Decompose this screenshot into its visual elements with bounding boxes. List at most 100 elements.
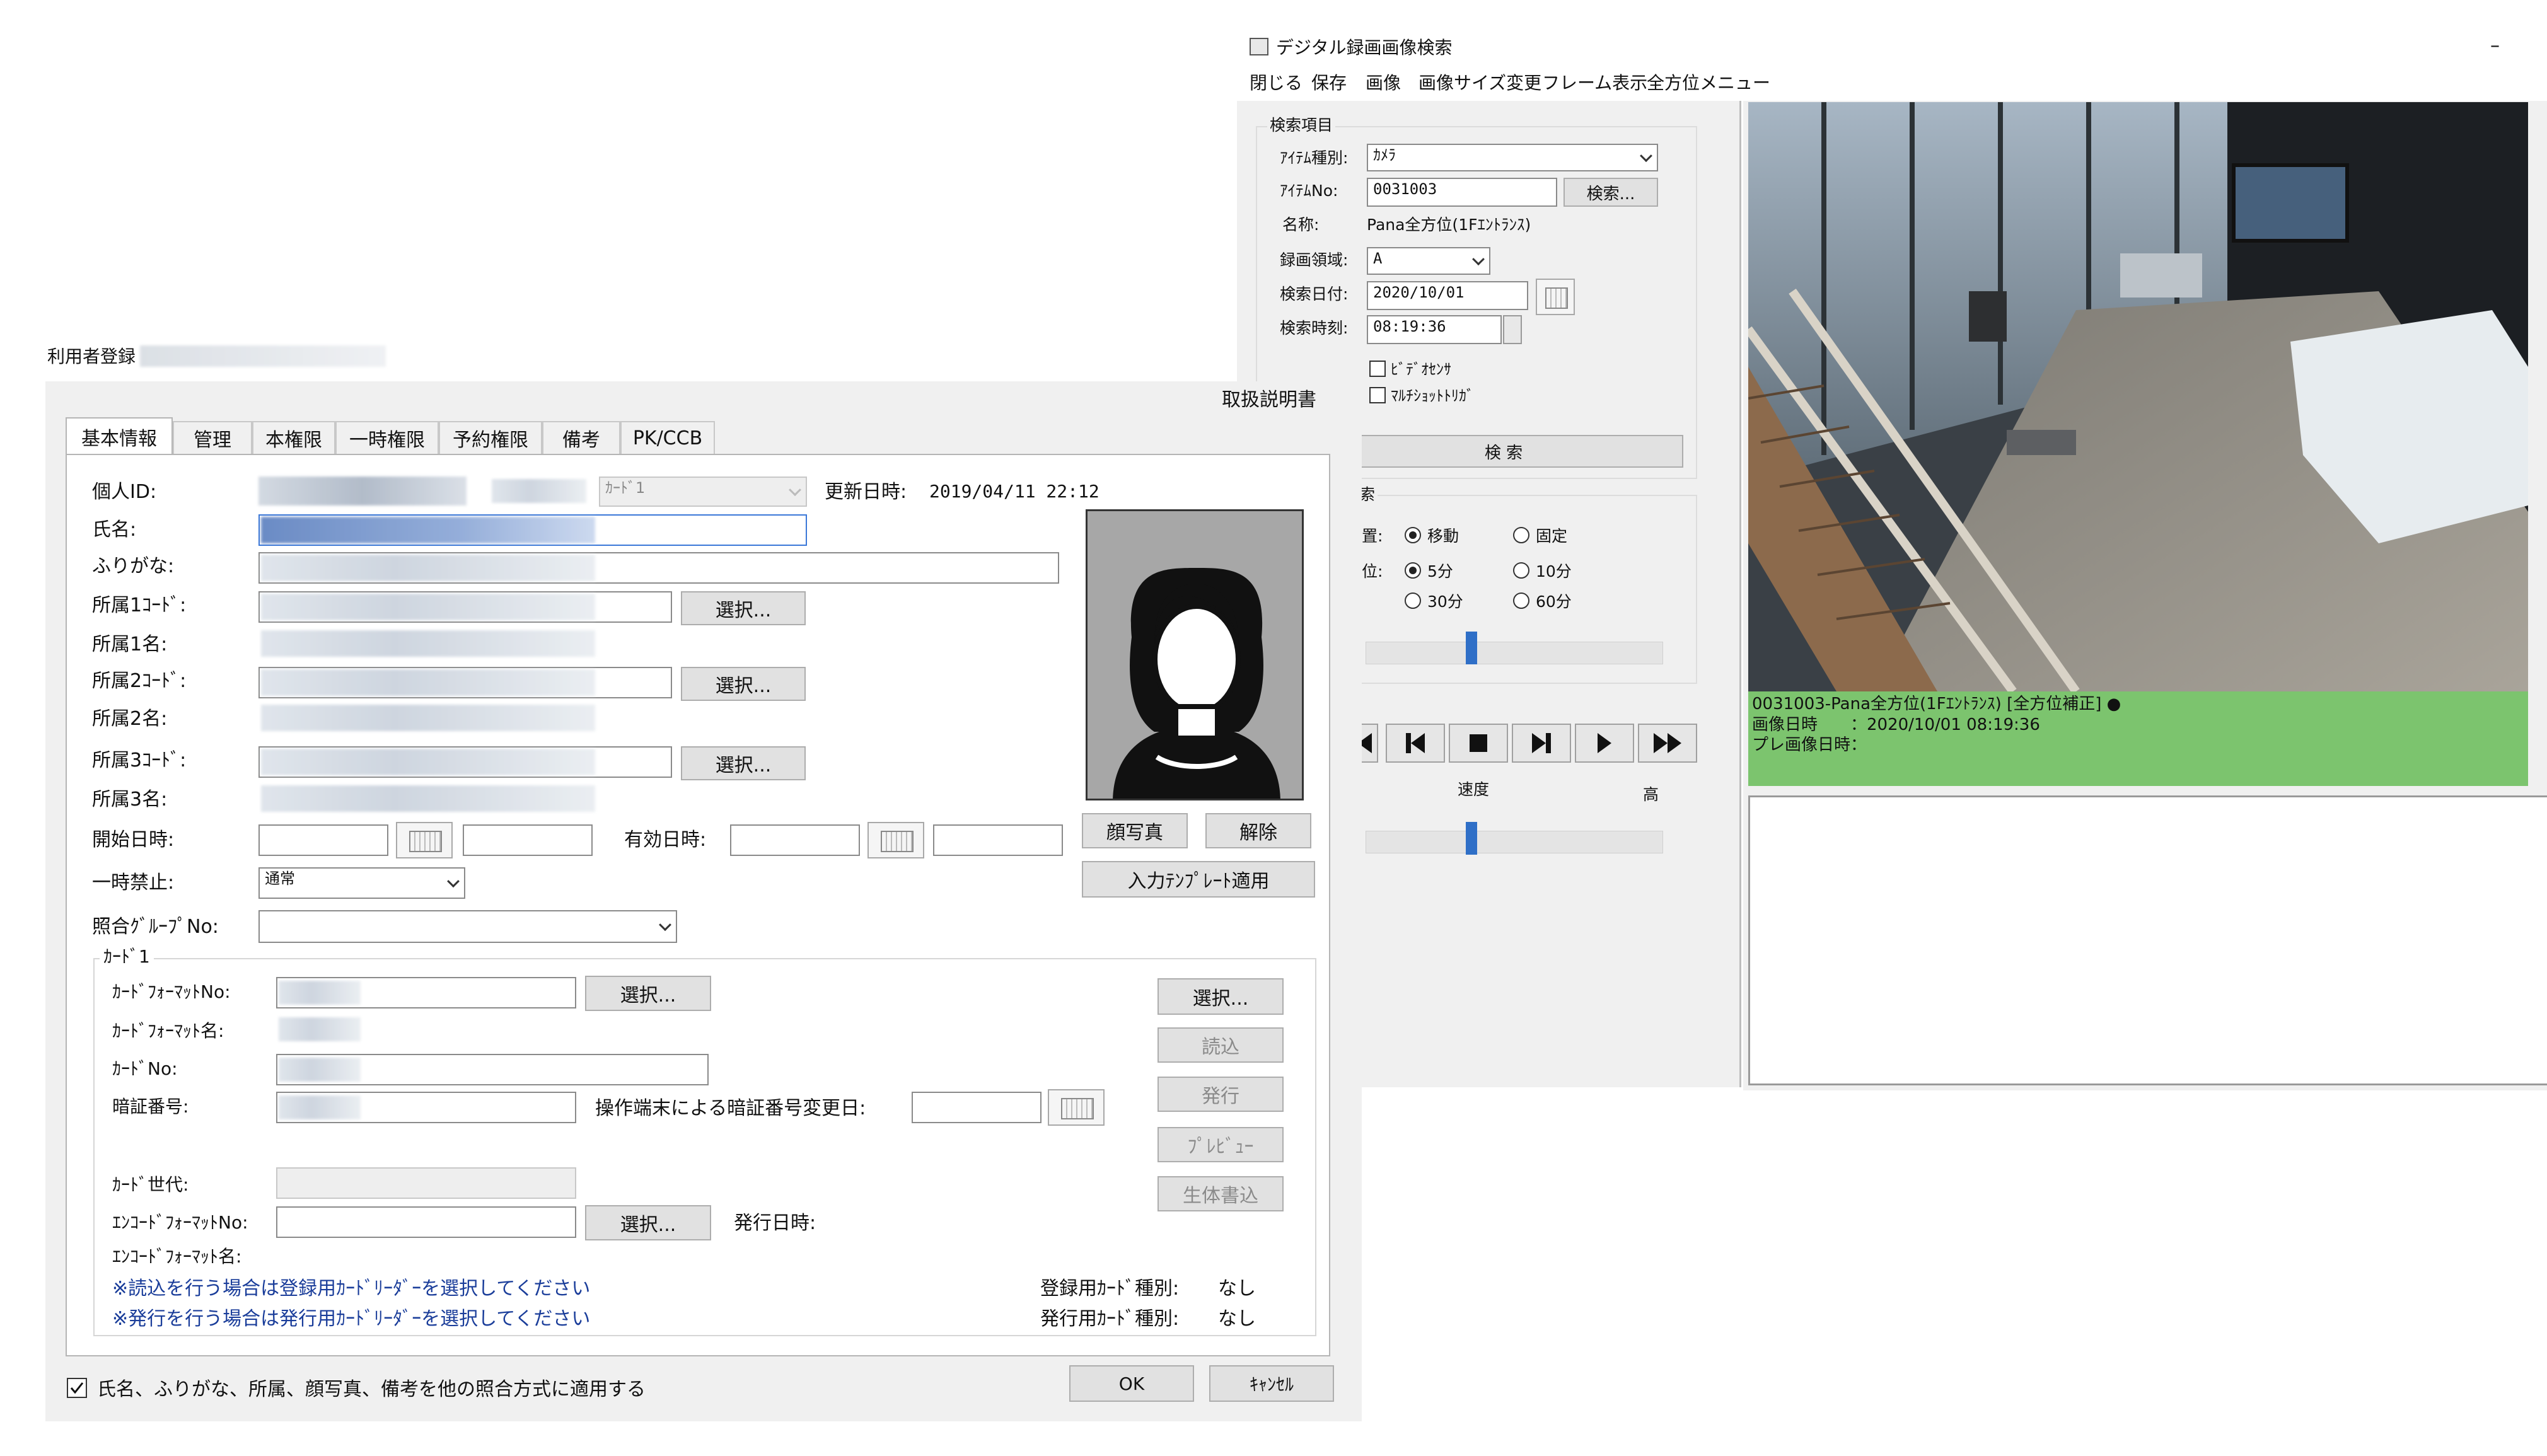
- speed-slider-thumb[interactable]: [1466, 822, 1477, 855]
- calendar-icon[interactable]: [396, 822, 453, 858]
- issue-button: 発行: [1157, 1077, 1284, 1112]
- tab-basic-info[interactable]: 基本情報: [66, 417, 173, 455]
- manual-link[interactable]: 取扱説明書: [1222, 391, 1316, 410]
- tab-management[interactable]: 管理: [173, 421, 252, 454]
- search-execute-button[interactable]: 検 索: [1324, 435, 1683, 468]
- suspend-select[interactable]: 通常: [258, 867, 465, 899]
- release-button[interactable]: 解除: [1205, 813, 1311, 848]
- speed-label: 速度: [1458, 780, 1490, 799]
- updated-label: 更新日時:: [825, 481, 907, 503]
- issue-card-type-value: なし: [1218, 1308, 1256, 1330]
- start-date-input[interactable]: [258, 824, 388, 856]
- area-value: A: [1373, 250, 1383, 267]
- unit-30-radio[interactable]: [1405, 592, 1421, 609]
- date-input[interactable]: 2020/10/01: [1367, 281, 1528, 310]
- item-type-value: ｶﾒﾗ: [1373, 146, 1396, 164]
- speed-slider-track[interactable]: [1366, 831, 1663, 853]
- tab-remarks[interactable]: 備考: [542, 421, 620, 454]
- reg-card-type-value: なし: [1218, 1278, 1256, 1300]
- date-label: 検索日付:: [1280, 285, 1349, 303]
- card-format-select-button[interactable]: 選択...: [585, 976, 711, 1011]
- apply-other-methods-checkbox[interactable]: [67, 1378, 87, 1398]
- play-icon: [1598, 733, 1611, 753]
- calendar-icon[interactable]: [1536, 279, 1575, 315]
- unit-label: 位:: [1362, 562, 1383, 581]
- tab-temp-permission[interactable]: 一時権限: [335, 421, 439, 454]
- tab-reservation-permission[interactable]: 予約権限: [439, 421, 542, 454]
- unit-5-label: 5分: [1427, 562, 1453, 581]
- preview-button: ﾌﾟﾚﾋﾞｭｰ: [1157, 1127, 1284, 1162]
- item-search-button[interactable]: 検索...: [1564, 178, 1658, 207]
- card-select-button[interactable]: 選択...: [1157, 978, 1284, 1015]
- suspend-value: 通常: [265, 870, 295, 887]
- chevron-down-icon: [1640, 149, 1652, 163]
- card1-group-label: ｶｰﾄﾞ1: [100, 948, 154, 966]
- menu-close[interactable]: 閉じる: [1250, 74, 1303, 92]
- personal-id-field: [258, 477, 467, 506]
- calendar-icon[interactable]: [867, 822, 924, 858]
- skip-back-button[interactable]: [1386, 724, 1445, 763]
- position-slider-thumb[interactable]: [1466, 632, 1477, 664]
- input-template-button[interactable]: 入力ﾃﾝﾌﾟﾚｰﾄ適用: [1082, 861, 1315, 898]
- face-photo-button[interactable]: 顔写真: [1082, 813, 1188, 848]
- start-time-input[interactable]: [463, 824, 593, 856]
- dept3-code-blurred: [261, 749, 595, 775]
- menu-frame-view[interactable]: フレーム表示: [1542, 74, 1647, 92]
- skip-forward-button[interactable]: [1512, 724, 1571, 763]
- stop-button[interactable]: [1449, 724, 1508, 763]
- item-no-input[interactable]: 0031003: [1367, 178, 1557, 207]
- unit-30-label: 30分: [1427, 592, 1463, 611]
- note-issue: ※発行を行う場合は発行用ｶｰﾄﾞﾘｰﾀﾞｰを選択してください: [112, 1308, 591, 1330]
- fast-forward-button[interactable]: [1638, 724, 1697, 763]
- pin-change-input[interactable]: [912, 1092, 1041, 1123]
- ok-button[interactable]: OK: [1069, 1365, 1194, 1402]
- video-sensor-checkbox[interactable]: [1369, 361, 1386, 377]
- encode-format-select-button[interactable]: 選択...: [585, 1205, 711, 1240]
- dept1-code-label: 所属1ｺｰﾄﾞ:: [92, 594, 187, 616]
- encode-format-no-input[interactable]: [276, 1206, 576, 1238]
- time-input[interactable]: 08:19:36: [1367, 315, 1502, 344]
- bar-icon: [1546, 733, 1551, 753]
- play-button[interactable]: [1575, 724, 1634, 763]
- dept2-select-button[interactable]: 選択...: [681, 667, 806, 701]
- unit-5-radio[interactable]: [1405, 562, 1421, 579]
- valid-time-input[interactable]: [933, 824, 1063, 856]
- minimize-button[interactable]: –: [2490, 37, 2500, 55]
- card-format-no-label: ｶｰﾄﾞﾌｫｰﾏｯﾄNo:: [112, 981, 231, 1002]
- mode-fixed-radio[interactable]: [1513, 527, 1529, 543]
- time-spinner[interactable]: [1503, 315, 1522, 344]
- unit-10-radio[interactable]: [1513, 562, 1529, 579]
- item-type-select[interactable]: ｶﾒﾗ: [1367, 144, 1658, 171]
- dept1-select-button[interactable]: 選択...: [681, 591, 806, 625]
- fast-forward-icon-2: [1668, 733, 1681, 753]
- position-slider-track[interactable]: [1366, 642, 1663, 664]
- skip-back-icon: [1411, 733, 1425, 753]
- issue-date-label: 発行日時:: [734, 1212, 816, 1234]
- calendar-icon[interactable]: [1048, 1089, 1105, 1126]
- valid-date-input[interactable]: [730, 824, 860, 856]
- dept3-select-button[interactable]: 選択...: [681, 746, 806, 780]
- encode-format-name-label: ｴﾝｺｰﾄﾞﾌｫｰﾏｯﾄ名:: [112, 1246, 242, 1267]
- menu-save[interactable]: 保存: [1311, 74, 1347, 92]
- tab-pk-ccb[interactable]: PK/CCB: [620, 421, 715, 454]
- encode-format-no-label: ｴﾝｺｰﾄﾞﾌｫｰﾏｯﾄNo:: [112, 1212, 248, 1233]
- camera-image[interactable]: [1748, 102, 2528, 691]
- unit-60-radio[interactable]: [1513, 592, 1529, 609]
- mode-move-radio[interactable]: [1405, 527, 1421, 543]
- dialog-title-blurred: [140, 345, 386, 367]
- chevron-down-icon: [659, 918, 671, 932]
- cancel-button[interactable]: ｷｬﾝｾﾙ: [1209, 1365, 1334, 1402]
- window-app-icon: [1250, 38, 1268, 55]
- dept3-code-label: 所属3ｺｰﾄﾞ:: [92, 749, 187, 771]
- group-no-select[interactable]: [258, 910, 677, 943]
- menu-omni[interactable]: 全方位メニュー: [1647, 74, 1770, 92]
- tab-main-permission[interactable]: 本権限: [252, 421, 335, 454]
- area-select[interactable]: A: [1367, 247, 1490, 275]
- pin-blurred: [279, 1095, 361, 1119]
- stop-icon: [1470, 734, 1487, 752]
- frame-panel[interactable]: [1748, 795, 2547, 1085]
- multishot-checkbox[interactable]: [1369, 387, 1386, 403]
- pin-label: 暗証番号:: [112, 1096, 189, 1117]
- menu-image[interactable]: 画像: [1366, 74, 1401, 92]
- menu-image-size[interactable]: 画像サイズ変更: [1419, 74, 1541, 92]
